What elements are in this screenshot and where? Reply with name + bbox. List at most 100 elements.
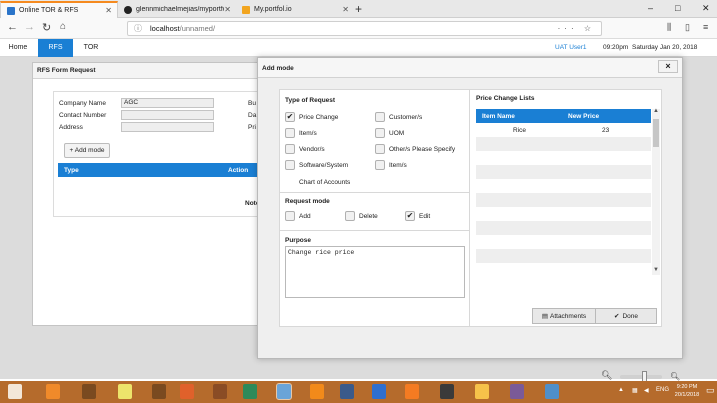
forward-icon[interactable]: → bbox=[24, 21, 35, 33]
reload-icon[interactable]: ↻ bbox=[42, 21, 51, 34]
library-icon[interactable]: ⫼ bbox=[667, 22, 671, 33]
attachments-label: Attachments bbox=[550, 312, 587, 320]
taskbar-app16-icon[interactable] bbox=[545, 384, 559, 399]
checkbox-checked-icon: ✔ bbox=[285, 112, 295, 122]
menu-icon[interactable]: ≡ bbox=[703, 22, 708, 32]
checkbox-items-2[interactable]: Item/s bbox=[375, 160, 407, 170]
taskbar-app11-icon[interactable] bbox=[372, 384, 386, 399]
scroll-thumb[interactable] bbox=[653, 119, 659, 147]
zoom-slider-track[interactable] bbox=[620, 375, 662, 379]
minimize-icon[interactable]: – bbox=[648, 3, 653, 13]
tab-title: My.portfol.io bbox=[254, 6, 292, 13]
company-name-input[interactable]: AGC bbox=[121, 98, 214, 108]
rfs-table-header: Type Action bbox=[58, 163, 258, 177]
tab-myportfolio[interactable]: My.portfol.io ✕ bbox=[236, 1, 354, 18]
table-row bbox=[476, 179, 651, 193]
browser-tab-bar: Online TOR & RFS ✕ glennmichaelmejias/my… bbox=[0, 0, 717, 18]
tab-close-icon[interactable]: ✕ bbox=[105, 6, 112, 15]
notifications-icon[interactable]: ▭ bbox=[706, 385, 715, 396]
checkbox-software-system[interactable]: Software/System bbox=[285, 160, 348, 170]
checkbox-add[interactable]: Add bbox=[285, 211, 311, 221]
contact-number-input[interactable] bbox=[121, 110, 214, 120]
nav-tor[interactable]: TOR bbox=[75, 39, 107, 57]
taskbar-app4-icon[interactable] bbox=[152, 384, 166, 399]
table-row bbox=[476, 165, 651, 179]
checkbox-price-change[interactable]: ✔ Price Change bbox=[285, 112, 338, 122]
checkbox-label: Chart of Accounts bbox=[299, 178, 351, 186]
checkbox-chart-of-accounts[interactable]: Chart of Accounts bbox=[285, 177, 350, 187]
taskbar-app14-icon[interactable] bbox=[475, 384, 489, 399]
section-divider bbox=[280, 230, 470, 231]
url-path: /unnamed/ bbox=[179, 24, 216, 33]
price-change-list-column: Price Change Lists Item Name New Price R… bbox=[476, 90, 661, 326]
user-name[interactable]: UAT User1 bbox=[555, 44, 587, 51]
side-label: Da bbox=[248, 112, 257, 119]
taskbar-app9-icon[interactable] bbox=[310, 384, 324, 399]
taskbar-app5-icon[interactable] bbox=[180, 384, 194, 399]
done-button[interactable]: ✔ Done bbox=[595, 308, 657, 324]
taskbar-start-icon[interactable] bbox=[8, 384, 22, 399]
tray-arrow-icon[interactable]: ▲ bbox=[618, 387, 624, 393]
rfs-form-panel: RFS Form Request Company Name AGC Contac… bbox=[32, 62, 272, 326]
taskbar-app13-icon[interactable] bbox=[440, 384, 454, 399]
table-row bbox=[476, 235, 651, 249]
checkbox-uom[interactable]: UOM bbox=[375, 128, 404, 138]
taskbar-app12-icon[interactable] bbox=[405, 384, 419, 399]
tab-github[interactable]: glennmichaelmejias/myportfo ✕ bbox=[118, 1, 236, 18]
checkbox-label: Item/s bbox=[299, 129, 317, 137]
taskbar-app7-icon[interactable] bbox=[243, 384, 257, 399]
zoom-in-icon[interactable]: 🔍︎ bbox=[670, 372, 680, 381]
zoom-out-icon[interactable]: 🔍︎ bbox=[601, 370, 612, 381]
network-icon[interactable]: ▦ bbox=[632, 387, 638, 394]
purpose-textarea[interactable]: Change rice price bbox=[285, 246, 465, 298]
taskbar-app8-icon[interactable] bbox=[276, 383, 292, 400]
nav-rfs[interactable]: RFS bbox=[38, 39, 73, 57]
checkmark-icon: ✔ bbox=[614, 313, 620, 320]
taskbar-app3-icon[interactable] bbox=[118, 384, 132, 399]
sidebar-icon[interactable]: ▯ bbox=[685, 22, 690, 33]
checkbox-icon bbox=[375, 128, 385, 138]
new-tab-icon[interactable]: + bbox=[355, 2, 362, 16]
nav-home[interactable]: Home bbox=[0, 39, 36, 57]
modal-close-button[interactable]: × bbox=[658, 60, 678, 73]
language-indicator[interactable]: ENG bbox=[656, 387, 669, 393]
volume-icon[interactable]: ◀ bbox=[644, 387, 649, 394]
address-input[interactable] bbox=[121, 122, 214, 132]
checkbox-label: Price Change bbox=[299, 113, 339, 121]
home-icon[interactable]: ⌂ bbox=[60, 21, 66, 32]
checkbox-label: Add bbox=[299, 212, 311, 220]
taskbar-app15-icon[interactable] bbox=[510, 384, 524, 399]
tab-close-icon[interactable]: ✕ bbox=[342, 5, 349, 14]
checkbox-icon bbox=[285, 211, 295, 221]
checkbox-customers[interactable]: Customer/s bbox=[375, 112, 422, 122]
current-time: 09:20pm bbox=[603, 44, 629, 51]
url-bar[interactable]: ⓘ localhost/unnamed/ ··· ☆ bbox=[127, 21, 602, 36]
url-actions-icon[interactable]: ··· ☆ bbox=[558, 24, 595, 33]
table-row[interactable]: Rice 23 bbox=[476, 123, 651, 137]
checkbox-delete[interactable]: Delete bbox=[345, 211, 378, 221]
scroll-up-icon[interactable]: ▲ bbox=[653, 108, 659, 114]
table-scrollbar[interactable]: ▲ ▼ bbox=[652, 108, 660, 275]
maximize-icon[interactable]: □ bbox=[675, 3, 680, 13]
checkbox-icon bbox=[375, 160, 385, 170]
url-host: localhost bbox=[150, 24, 180, 33]
checkbox-label: Delete bbox=[359, 212, 378, 220]
tab-close-icon[interactable]: ✕ bbox=[224, 5, 231, 14]
checkbox-edit[interactable]: ✔ Edit bbox=[405, 211, 430, 221]
taskbar-app6-icon[interactable] bbox=[213, 384, 227, 399]
attachments-button[interactable]: ▤ Attachments bbox=[532, 308, 596, 324]
checkbox-vendors[interactable]: Vendor/s bbox=[285, 144, 325, 154]
taskbar-app2-icon[interactable] bbox=[82, 384, 96, 399]
site-info-icon[interactable]: ⓘ bbox=[134, 23, 142, 34]
taskbar-app10-icon[interactable] bbox=[340, 384, 354, 399]
taskbar-app1-icon[interactable] bbox=[46, 384, 60, 399]
scroll-down-icon[interactable]: ▼ bbox=[653, 267, 659, 273]
add-mode-button[interactable]: + Add mode bbox=[64, 143, 110, 158]
window-close-icon[interactable]: ✕ bbox=[702, 3, 710, 14]
checkbox-items[interactable]: Item/s bbox=[285, 128, 317, 138]
checkbox-others[interactable]: Other/s Please Specify bbox=[375, 144, 455, 154]
address-label: Address bbox=[59, 124, 83, 131]
tab-online-tor-rfs[interactable]: Online TOR & RFS ✕ bbox=[0, 1, 118, 18]
back-icon[interactable]: ← bbox=[7, 21, 18, 33]
taskbar-clock[interactable]: 9:20 PM 20/1/2018 bbox=[673, 383, 701, 399]
